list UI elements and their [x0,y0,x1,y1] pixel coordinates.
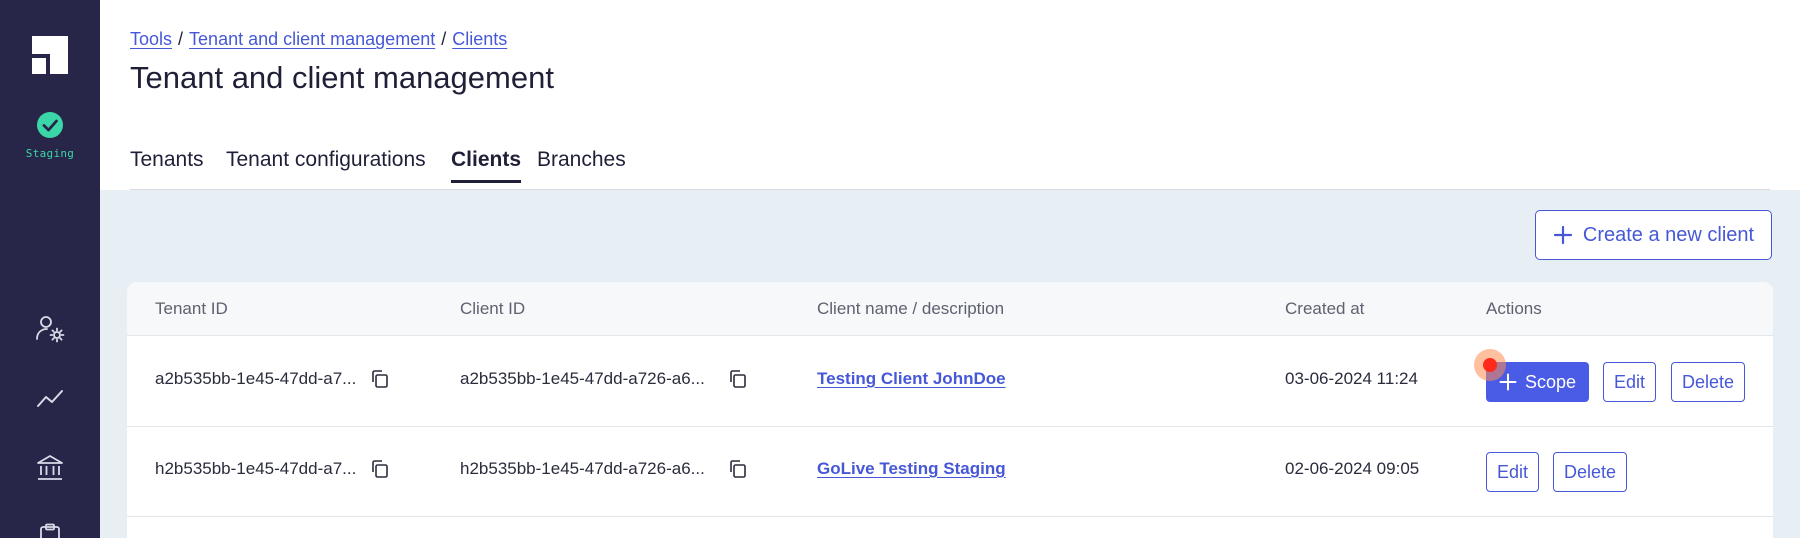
header-created-at: Created at [1285,299,1365,318]
created-at-cell: 02-06-2024 09:05 [1285,459,1420,478]
header-client-name: Client name / description [817,299,1005,318]
clipboard-icon[interactable] [34,522,66,538]
logo-icon[interactable] [32,36,68,74]
table-row: h2b535bb-1e45-47dd-a7... h2b535bb-1e45-4… [127,427,1773,517]
scope-button[interactable]: Scope [1486,362,1589,402]
breadcrumb-link-tools[interactable]: Tools [130,29,172,49]
breadcrumb-separator: / [441,29,447,49]
create-client-label: Create a new client [1582,223,1755,246]
created-at-cell: 03-06-2024 11:24 [1285,369,1418,388]
tab-clients-label: Clients [451,148,522,171]
content-area: Create a new client Tenant ID Client ID … [100,190,1800,538]
clients-table: Tenant ID Client ID Client name / descri… [127,282,1773,538]
client-name-link[interactable]: GoLive Testing Staging [817,459,1006,478]
tab-tenants[interactable]: Tenants [130,148,204,172]
create-client-button[interactable]: Create a new client [1535,210,1772,260]
copy-icon[interactable] [727,458,749,480]
page-header: Tools / Tenant and client management / Clien… [100,0,1800,190]
tab-tenant-configurations[interactable]: Tenant configurations [226,148,426,172]
copy-icon[interactable] [369,368,391,390]
page-title: Tenant and client management [130,60,554,95]
delete-button[interactable]: Delete [1671,362,1745,402]
breadcrumb-separator: / [178,29,184,49]
copy-icon[interactable] [727,368,749,390]
copy-icon[interactable] [369,458,391,480]
client-name-link[interactable]: Testing Client JohnDoe [817,369,1006,388]
user-settings-icon[interactable] [34,313,66,345]
sidebar: Staging [0,0,100,538]
client-id-cell: h2b535bb-1e45-47dd-a726-a6... [460,459,705,478]
delete-button[interactable]: Delete [1553,452,1627,492]
client-id-cell: a2b535bb-1e45-47dd-a726-a6... [460,369,705,388]
plus-icon [1499,373,1517,391]
tenant-id-cell: h2b535bb-1e45-47dd-a7... [155,459,357,478]
active-tab-indicator [451,180,522,183]
bank-icon[interactable] [34,452,66,484]
client-name-cell: GoLive Testing Staging [817,459,1006,479]
edit-button[interactable]: Edit [1486,452,1539,492]
tab-bar: Tenants Tenant configurations Clients Br… [130,140,1770,190]
trend-chart-icon[interactable] [34,382,66,414]
check-circle-icon [37,112,63,138]
table-header: Tenant ID Client ID Client name / descri… [127,282,1773,336]
scope-button-label: Scope [1524,371,1577,392]
tab-branches[interactable]: Branches [537,148,626,172]
main-area: Tools / Tenant and client management / Clien… [100,0,1800,538]
environment-label: Staging [25,147,75,160]
edit-button[interactable]: Edit [1603,362,1656,402]
plus-icon [1553,225,1572,245]
breadcrumb: Tools / Tenant and client management / Clien… [130,29,507,50]
header-actions: Actions [1486,299,1542,318]
breadcrumb-link-tenant-client-management[interactable]: Tenant and client management [189,29,435,49]
cursor-indicator [1483,358,1497,372]
client-name-cell: Testing Client JohnDoe [817,369,1006,389]
tab-clients[interactable]: Clients [451,148,522,183]
breadcrumb-link-clients[interactable]: Clients [452,29,507,49]
header-client-id: Client ID [460,299,526,318]
header-tenant-id: Tenant ID [155,299,228,318]
tenant-id-cell: a2b535bb-1e45-47dd-a7... [155,369,357,388]
table-row: a2b535bb-1e45-47dd-a7... a2b535bb-1e45-4… [127,337,1773,427]
